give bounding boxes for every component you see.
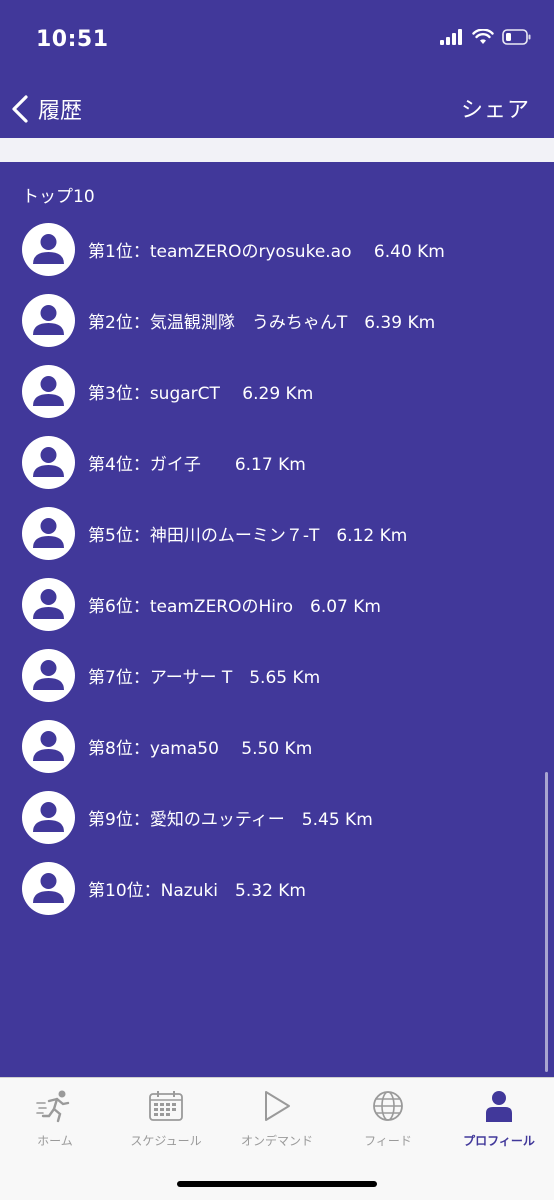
calendar-icon [149,1091,183,1121]
section-divider [0,138,554,162]
runner-icon [36,1090,70,1123]
ranking-panel: トップ10 第1位：teamZEROのryosuke.ao 6.40 Km 第2… [0,162,554,1077]
tab-label: スケジュール [130,1134,202,1148]
tab-on-demand[interactable]: オンデマンド [222,1088,332,1158]
ranking-item[interactable]: 第1位：teamZEROのryosuke.ao 6.40 Km [0,214,554,285]
person-icon [486,1091,512,1122]
avatar [22,365,75,418]
status-icons [440,29,532,45]
user-icon [33,234,64,264]
tab-label: プロフィール [463,1134,535,1148]
status-bar: 10:51 [0,0,554,80]
section-title: トップ10 [22,187,95,207]
battery-icon [502,29,531,45]
ranking-label: 第10位：Nazuki 5.32 Km [88,881,306,901]
ranking-label: 第4位：ガイ子 6.17 Km [88,455,306,475]
user-icon [33,660,64,690]
ranking-label: 第2位：気温観測隊 うみちゃんT 6.39 Km [88,313,436,333]
ranking-item[interactable]: 第3位：sugarCT 6.29 Km [0,356,554,427]
avatar [22,649,75,702]
avatar [22,720,75,773]
ranking-item[interactable]: 第8位：yama50 5.50 Km [0,711,554,782]
user-icon [33,873,64,903]
signal-icon [440,29,462,45]
avatar [22,578,75,631]
tab-feed[interactable]: フィード [333,1088,443,1158]
ranking-label: 第7位：アーサー T 5.65 Km [88,668,321,688]
home-indicator [177,1181,377,1187]
play-icon [265,1091,290,1121]
nav-bar: 履歴 シェア [0,80,554,138]
ranking-label: 第9位：愛知のユッティー 5.45 Km [88,810,373,830]
ranking-item[interactable]: 第2位：気温観測隊 うみちゃんT 6.39 Km [0,285,554,356]
back-button[interactable]: 履歴 [10,88,82,130]
share-button[interactable]: シェア [461,92,530,124]
tab-label: オンデマンド [240,1134,313,1148]
avatar [22,507,75,560]
user-icon [33,376,64,406]
ranking-list: 第1位：teamZEROのryosuke.ao 6.40 Km 第2位：気温観測… [0,214,554,924]
ranking-label: 第5位：神田川のムーミン７-T 6.12 Km [88,526,408,546]
app-screen: 10:51 履歴 シェア トップ10 第1位：teamZEROのryosuke.… [0,0,554,1200]
ranking-label: 第1位：teamZEROのryosuke.ao 6.40 Km [88,242,445,262]
ranking-item[interactable]: 第4位：ガイ子 6.17 Km [0,427,554,498]
user-icon [33,802,64,832]
ranking-item[interactable]: 第10位：Nazuki 5.32 Km [0,853,554,924]
globe-icon [373,1091,403,1121]
status-time: 10:51 [36,27,109,52]
avatar [22,436,75,489]
ranking-label: 第3位：sugarCT 6.29 Km [88,384,314,404]
tab-profile[interactable]: プロフィール [444,1088,554,1158]
user-icon [33,518,64,548]
user-icon [33,589,64,619]
avatar [22,223,75,276]
page-title: 履歴 [38,99,83,124]
user-icon [33,731,64,761]
ranking-label: 第6位：teamZEROのHiro 6.07 Km [88,597,381,617]
avatar [22,862,75,915]
user-icon [33,447,64,477]
tab-schedule[interactable]: スケジュール [111,1088,221,1158]
ranking-item[interactable]: 第6位：teamZEROのHiro 6.07 Km [0,569,554,640]
avatar [22,294,75,347]
ranking-label: 第8位：yama50 5.50 Km [88,739,313,759]
tab-home[interactable]: ホーム [0,1088,110,1158]
tab-label: フィード [364,1134,412,1148]
chevron-left-icon [12,95,28,123]
ranking-item[interactable]: 第5位：神田川のムーミン７-T 6.12 Km [0,498,554,569]
wifi-icon [472,29,494,44]
ranking-item[interactable]: 第7位：アーサー T 5.65 Km [0,640,554,711]
user-icon [33,305,64,335]
avatar [22,791,75,844]
tab-label: ホーム [37,1134,73,1148]
ranking-item[interactable]: 第9位：愛知のユッティー 5.45 Km [0,782,554,853]
scrollbar[interactable] [545,772,548,1072]
